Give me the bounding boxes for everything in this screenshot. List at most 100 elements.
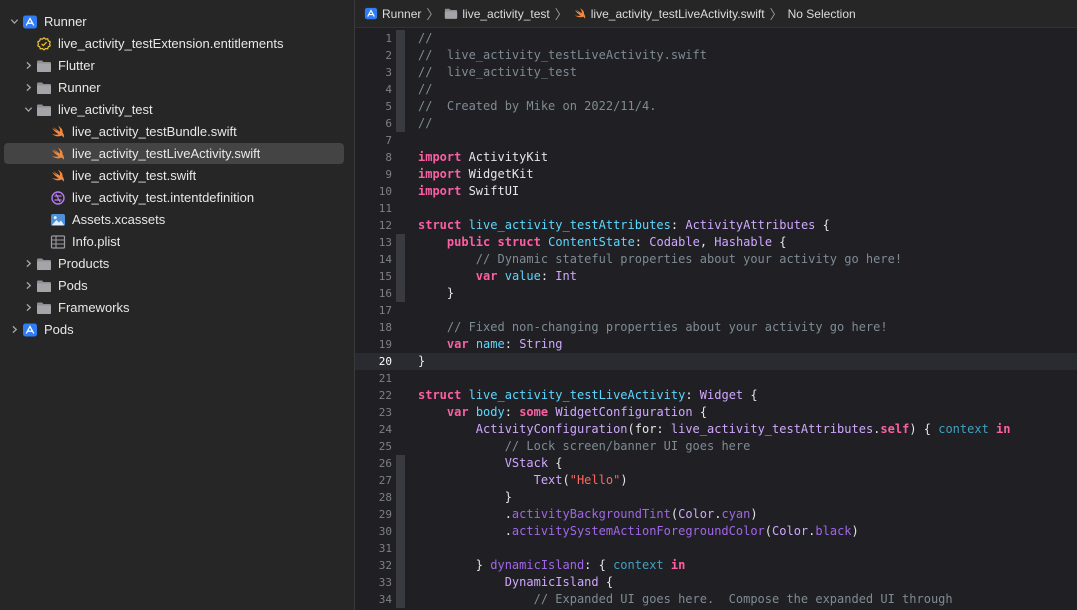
- code-fold-ribbon[interactable]: [396, 574, 405, 591]
- code-line[interactable]: 32 } dynamicIsland: { context in: [355, 557, 1077, 574]
- code-fold-ribbon[interactable]: [396, 387, 405, 404]
- chevron-right-icon[interactable]: [22, 60, 34, 72]
- navigator-item[interactable]: live_activity_testExtension.entitlements: [4, 33, 344, 54]
- navigator-item[interactable]: live_activity_testLiveActivity.swift: [4, 143, 344, 164]
- code-fold-ribbon[interactable]: [396, 200, 405, 217]
- code-line[interactable]: 33 DynamicIsland {: [355, 574, 1077, 591]
- code-fold-ribbon[interactable]: [396, 183, 405, 200]
- code-fold-ribbon[interactable]: [396, 557, 405, 574]
- code-fold-ribbon[interactable]: [396, 81, 405, 98]
- chevron-right-icon[interactable]: [8, 324, 20, 336]
- navigator-item-label: live_activity_testBundle.swift: [72, 124, 237, 139]
- code-fold-ribbon[interactable]: [396, 540, 405, 557]
- code-line[interactable]: 24 ActivityConfiguration(for: live_activ…: [355, 421, 1077, 438]
- code-fold-ribbon[interactable]: [396, 472, 405, 489]
- navigator-item[interactable]: Pods: [4, 275, 344, 296]
- code-line[interactable]: 23 var body: some WidgetConfiguration {: [355, 404, 1077, 421]
- code-line[interactable]: 16 }: [355, 285, 1077, 302]
- code-fold-ribbon[interactable]: [396, 506, 405, 523]
- code-fold-ribbon[interactable]: [396, 251, 405, 268]
- navigator-item[interactable]: Runner: [4, 77, 344, 98]
- code-fold-ribbon[interactable]: [396, 370, 405, 387]
- code-line[interactable]: 17: [355, 302, 1077, 319]
- navigator-item[interactable]: live_activity_test.swift: [4, 165, 344, 186]
- code-line[interactable]: 27 Text("Hello"): [355, 472, 1077, 489]
- folder-icon: [444, 7, 458, 21]
- chevron-right-icon[interactable]: [22, 82, 34, 94]
- navigator-item[interactable]: Frameworks: [4, 297, 344, 318]
- code-area[interactable]: 1 // 2 // live_activity_testLiveActivity.sw…: [355, 29, 1077, 610]
- code-line[interactable]: 8 import ActivityKit: [355, 149, 1077, 166]
- code-line[interactable]: 26 VStack {: [355, 455, 1077, 472]
- code-fold-ribbon[interactable]: [396, 336, 405, 353]
- breadcrumb-item[interactable]: No Selection: [788, 7, 856, 21]
- code-line[interactable]: 30 .activitySystemActionForegroundColor(…: [355, 523, 1077, 540]
- code-fold-ribbon[interactable]: [396, 30, 405, 47]
- code-line[interactable]: 4 //: [355, 81, 1077, 98]
- line-number: 12: [378, 219, 392, 232]
- code-fold-ribbon[interactable]: [396, 319, 405, 336]
- code-line[interactable]: 15 var value: Int: [355, 268, 1077, 285]
- navigator-item[interactable]: Flutter: [4, 55, 344, 76]
- code-line[interactable]: 18 // Fixed non-changing properties abou…: [355, 319, 1077, 336]
- chevron-right-icon[interactable]: [22, 280, 34, 292]
- code-fold-ribbon[interactable]: [396, 455, 405, 472]
- code-fold-ribbon[interactable]: [396, 149, 405, 166]
- code-fold-ribbon[interactable]: [396, 438, 405, 455]
- navigator-item[interactable]: Runner: [4, 11, 344, 32]
- code-fold-ribbon[interactable]: [396, 166, 405, 183]
- code-fold-ribbon[interactable]: [396, 47, 405, 64]
- code-line[interactable]: 5 // Created by Mike on 2022/11/4.: [355, 98, 1077, 115]
- code-line[interactable]: 9 import WidgetKit: [355, 166, 1077, 183]
- chevron-down-icon[interactable]: [22, 104, 34, 116]
- navigator-item[interactable]: Assets.xcassets: [4, 209, 344, 230]
- code-line[interactable]: 11: [355, 200, 1077, 217]
- code-fold-ribbon[interactable]: [396, 302, 405, 319]
- chevron-down-icon[interactable]: [8, 16, 20, 28]
- navigator-item[interactable]: Info.plist: [4, 231, 344, 252]
- code-fold-ribbon[interactable]: [396, 234, 405, 251]
- code-line[interactable]: 19 var name: String: [355, 336, 1077, 353]
- chevron-right-icon[interactable]: [22, 258, 34, 270]
- navigator-item[interactable]: Products: [4, 253, 344, 274]
- code-fold-ribbon[interactable]: [396, 268, 405, 285]
- code-line[interactable]: 1 //: [355, 30, 1077, 47]
- navigator-item[interactable]: live_activity_testBundle.swift: [4, 121, 344, 142]
- code-fold-ribbon[interactable]: [396, 489, 405, 506]
- code-fold-ribbon[interactable]: [396, 353, 405, 370]
- code-line[interactable]: 12 struct live_activity_testAttributes: A…: [355, 217, 1077, 234]
- code-fold-ribbon[interactable]: [396, 64, 405, 81]
- code-line[interactable]: 20}: [355, 353, 1077, 370]
- code-line[interactable]: 7: [355, 132, 1077, 149]
- navigator-item[interactable]: live_activity_test.intentdefinition: [4, 187, 344, 208]
- code-line[interactable]: 25 // Lock screen/banner UI goes here: [355, 438, 1077, 455]
- code-line[interactable]: 21: [355, 370, 1077, 387]
- code-fold-ribbon[interactable]: [396, 285, 405, 302]
- code-fold-ribbon[interactable]: [396, 98, 405, 115]
- code-fold-ribbon[interactable]: [396, 115, 405, 132]
- navigator-item[interactable]: Pods: [4, 319, 344, 340]
- code-line[interactable]: 29 .activityBackgroundTint(Color.cyan): [355, 506, 1077, 523]
- code-fold-ribbon[interactable]: [396, 217, 405, 234]
- code-line[interactable]: 14 // Dynamic stateful properties about …: [355, 251, 1077, 268]
- chevron-right-icon[interactable]: [22, 302, 34, 314]
- code-line[interactable]: 2 // live_activity_testLiveActivity.swift: [355, 47, 1077, 64]
- code-line[interactable]: 10 import SwiftUI: [355, 183, 1077, 200]
- code-line[interactable]: 34 // Expanded UI goes here. Compose the…: [355, 591, 1077, 608]
- breadcrumb-item[interactable]: Runner: [364, 7, 421, 21]
- code-line[interactable]: 28 }: [355, 489, 1077, 506]
- code-line[interactable]: 13 public struct ContentState: Codable, …: [355, 234, 1077, 251]
- code-line[interactable]: 3 // live_activity_test: [355, 64, 1077, 81]
- code-line[interactable]: 31: [355, 540, 1077, 557]
- code-fold-ribbon[interactable]: [396, 523, 405, 540]
- code-fold-ribbon[interactable]: [396, 421, 405, 438]
- breadcrumb-item[interactable]: live_activity_testLiveActivity.swift: [573, 7, 765, 21]
- code-fold-ribbon[interactable]: [396, 591, 405, 608]
- breadcrumb-item[interactable]: live_activity_test: [444, 7, 550, 21]
- code-fold-ribbon[interactable]: [396, 132, 405, 149]
- code-line[interactable]: 22 struct live_activity_testLiveActivity:…: [355, 387, 1077, 404]
- code-fold-ribbon[interactable]: [396, 404, 405, 421]
- code-line[interactable]: 6 //: [355, 115, 1077, 132]
- navigator-item[interactable]: live_activity_test: [4, 99, 344, 120]
